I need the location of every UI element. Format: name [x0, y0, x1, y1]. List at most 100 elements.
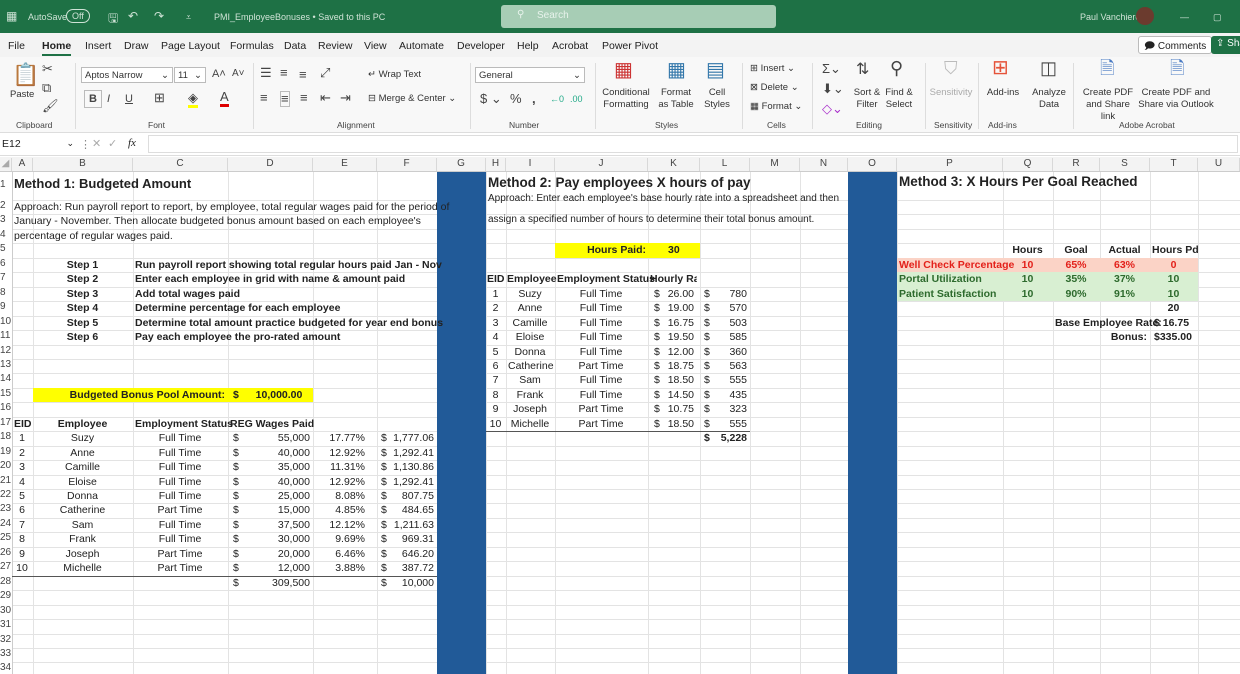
wages-cell[interactable]: 55,000: [230, 431, 310, 445]
tab-data[interactable]: Data: [284, 40, 306, 52]
column-header-f[interactable]: F: [377, 158, 437, 171]
search-box[interactable]: ⚲Search: [501, 5, 776, 28]
wages-cell[interactable]: 25,000: [230, 489, 310, 503]
format-painter-icon[interactable]: 🖌: [42, 99, 59, 113]
row-header-21[interactable]: 21: [0, 475, 12, 486]
column-header-m[interactable]: M: [750, 158, 800, 171]
align-middle-icon[interactable]: ≡: [280, 66, 288, 80]
find-select-button[interactable]: Find & Select: [883, 87, 915, 111]
italic-button[interactable]: I: [107, 92, 110, 106]
row-header-26[interactable]: 26: [0, 547, 12, 558]
hourly-rate-cell[interactable]: 12.00: [650, 345, 694, 359]
font-color-icon[interactable]: A: [220, 90, 229, 107]
autosave-toggle[interactable]: Off: [66, 9, 90, 23]
number-format-select[interactable]: General⌄: [475, 67, 585, 83]
column-header-g[interactable]: G: [437, 158, 486, 171]
column-header-a[interactable]: A: [12, 158, 33, 171]
row-header-22[interactable]: 22: [0, 489, 12, 500]
copy-icon[interactable]: ⧉: [42, 81, 51, 95]
column-header-n[interactable]: N: [800, 158, 848, 171]
conditional-formatting-icon[interactable]: ▦: [614, 63, 633, 77]
select-all-corner[interactable]: ◢: [0, 158, 12, 171]
wrap-text-button[interactable]: ↵ Wrap Text: [368, 69, 421, 81]
hourly-rate-cell[interactable]: 19.00: [650, 301, 694, 315]
row-header-8[interactable]: 8: [0, 287, 12, 298]
formula-input[interactable]: [148, 135, 1238, 153]
row-header-32[interactable]: 32: [0, 634, 12, 645]
orientation-icon[interactable]: ⤢: [320, 66, 330, 80]
format-as-table-button[interactable]: Format as Table: [655, 87, 697, 111]
wages-cell[interactable]: 15,000: [230, 503, 310, 517]
borders-icon[interactable]: ⊞: [154, 91, 165, 105]
percent-icon[interactable]: %: [510, 92, 522, 106]
wages-cell[interactable]: 30,000: [230, 532, 310, 546]
avatar[interactable]: [1136, 7, 1154, 25]
row-header-12[interactable]: 12: [0, 345, 12, 356]
increase-font-icon[interactable]: A˄: [212, 67, 226, 81]
currency-icon[interactable]: $ ⌄: [480, 92, 502, 106]
column-header-d[interactable]: D: [228, 158, 313, 171]
hourly-rate-cell[interactable]: 19.50: [650, 330, 694, 344]
column-header-c[interactable]: C: [133, 158, 228, 171]
font-name-select[interactable]: Aptos Narrow⌄: [81, 67, 173, 83]
hourly-rate-cell[interactable]: 10.75: [650, 402, 694, 416]
row-header-23[interactable]: 23: [0, 503, 12, 514]
format-as-table-icon[interactable]: ▦: [667, 63, 686, 77]
hourly-rate-cell[interactable]: 18.50: [650, 417, 694, 431]
column-header-u[interactable]: U: [1198, 158, 1240, 171]
wages-cell[interactable]: 40,000: [230, 446, 310, 460]
row-header-34[interactable]: 34: [0, 662, 12, 673]
row-header-11[interactable]: 11: [0, 330, 12, 341]
column-header-q[interactable]: Q: [1003, 158, 1053, 171]
comments-button[interactable]: 🗩 Comments: [1138, 36, 1212, 54]
font-size-select[interactable]: 11⌄: [174, 67, 206, 83]
clear-icon[interactable]: ◇⌄: [822, 102, 843, 116]
row-header-27[interactable]: 27: [0, 561, 12, 572]
name-box[interactable]: E12⌄: [2, 138, 74, 150]
cell-styles-button[interactable]: Cell Styles: [700, 87, 734, 111]
wages-cell[interactable]: 40,000: [230, 475, 310, 489]
pdf-link-icon[interactable]: 🗎: [1100, 61, 1114, 75]
sort-filter-button[interactable]: Sort & Filter: [850, 87, 884, 111]
tab-home[interactable]: Home: [42, 40, 71, 56]
underline-button[interactable]: U: [125, 92, 133, 106]
align-bottom-icon[interactable]: ≡: [299, 68, 307, 82]
hourly-rate-cell[interactable]: 18.50: [650, 373, 694, 387]
increase-indent-icon[interactable]: ⇥: [340, 91, 351, 105]
fill-color-icon[interactable]: ◈: [188, 91, 198, 108]
hourly-rate-cell[interactable]: 18.75: [650, 359, 694, 373]
conditional-formatting-button[interactable]: Conditional Formatting: [598, 87, 654, 111]
create-pdf-outlook-button[interactable]: Create PDF and Share via Outlook: [1138, 87, 1214, 111]
hourly-rate-cell[interactable]: 16.75: [650, 316, 694, 330]
merge-center-button[interactable]: ⊟ Merge & Center ⌄: [368, 93, 456, 105]
wages-cell[interactable]: 35,000: [230, 460, 310, 474]
row-header-29[interactable]: 29: [0, 590, 12, 601]
decrease-font-icon[interactable]: A˅: [232, 67, 245, 81]
column-header-p[interactable]: P: [897, 158, 1003, 171]
share-button[interactable]: ⇪ Share: [1211, 36, 1240, 54]
row-header-16[interactable]: 16: [0, 402, 12, 413]
column-header-o[interactable]: O: [848, 158, 897, 171]
row-header-15[interactable]: 15: [0, 388, 12, 399]
column-header-s[interactable]: S: [1100, 158, 1150, 171]
tab-file[interactable]: File: [8, 40, 25, 52]
tab-page-layout[interactable]: Page Layout: [161, 40, 220, 52]
row-header-33[interactable]: 33: [0, 648, 12, 659]
column-header-l[interactable]: L: [700, 158, 750, 171]
cut-icon[interactable]: ✂: [42, 62, 53, 76]
column-header-b[interactable]: B: [33, 158, 133, 171]
comma-style-icon[interactable]: ,: [532, 92, 536, 106]
sort-filter-icon[interactable]: ⇅: [856, 63, 869, 77]
bold-button[interactable]: B: [84, 90, 102, 108]
add-ins-button[interactable]: Add-ins: [983, 87, 1023, 99]
row-header-25[interactable]: 25: [0, 532, 12, 543]
tab-acrobat[interactable]: Acrobat: [552, 40, 588, 52]
file-name[interactable]: PMI_EmployeeBonuses • Saved to this PC: [214, 12, 385, 22]
find-select-icon[interactable]: ⚲: [890, 61, 903, 75]
paste-button[interactable]: Paste: [10, 89, 34, 101]
insert-function-button[interactable]: fx: [128, 137, 136, 149]
row-header-4[interactable]: 4: [0, 229, 12, 240]
pdf-outlook-icon[interactable]: 🗎: [1170, 61, 1184, 75]
wages-cell[interactable]: 20,000: [230, 547, 310, 561]
row-header-30[interactable]: 30: [0, 605, 12, 616]
